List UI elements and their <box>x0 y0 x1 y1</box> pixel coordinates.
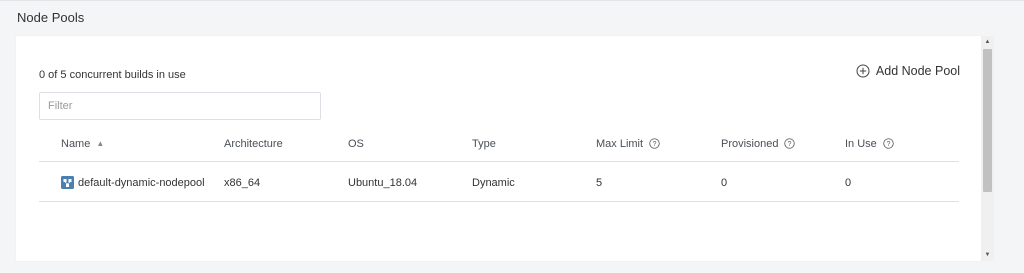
help-icon[interactable]: ? <box>883 138 894 149</box>
help-icon[interactable]: ? <box>784 138 796 149</box>
cell-provisioned: 0 <box>721 176 728 189</box>
top-divider <box>0 0 1024 1</box>
cell-max-limit: 5 <box>596 176 603 189</box>
cell-os: Ubuntu_18.04 <box>348 176 418 189</box>
help-icon[interactable]: ? <box>649 138 660 149</box>
cell-architecture: x86_64 <box>224 176 261 189</box>
column-header-max-limit: Max Limit ? <box>596 126 660 161</box>
column-header-os: OS <box>348 137 364 150</box>
node-pools-panel: 0 of 5 concurrent builds in use Add Node… <box>16 36 981 261</box>
cell-name: default-dynamic-nodepool <box>61 164 205 201</box>
column-header-provisioned: Provisioned ? <box>721 126 796 161</box>
scrollbar-thumb[interactable] <box>983 49 992 192</box>
column-header-in-use: In Use ? <box>845 126 894 161</box>
concurrent-builds-status: 0 of 5 concurrent builds in use <box>39 69 186 81</box>
cell-type: Dynamic <box>472 176 515 189</box>
add-node-pool-label: Add Node Pool <box>875 64 960 78</box>
node-pools-table: Name ▲ Architecture OS Type Max Limit ? … <box>39 126 959 202</box>
node-pool-icon <box>61 176 74 189</box>
cell-in-use: 0 <box>845 176 852 189</box>
scroll-down-arrow-icon[interactable]: ▼ <box>981 249 994 261</box>
add-node-pool-button[interactable]: Add Node Pool <box>856 64 960 78</box>
table-header-row: Name ▲ Architecture OS Type Max Limit ? … <box>39 126 959 162</box>
scroll-up-arrow-icon[interactable]: ▲ <box>981 36 994 48</box>
sort-ascending-icon: ▲ <box>96 139 105 148</box>
filter-input[interactable] <box>39 92 321 120</box>
column-header-architecture: Architecture <box>224 137 283 150</box>
column-header-type: Type <box>472 137 496 150</box>
table-row[interactable]: default-dynamic-nodepool x86_64 Ubuntu_1… <box>39 164 959 202</box>
node-pool-name-link[interactable]: default-dynamic-nodepool <box>78 177 205 189</box>
vertical-scrollbar[interactable]: ▲ ▼ <box>981 36 994 261</box>
column-header-name[interactable]: Name ▲ <box>61 126 104 161</box>
svg-text:?: ? <box>886 141 890 148</box>
svg-text:?: ? <box>653 141 657 148</box>
page-title: Node Pools <box>17 10 85 25</box>
svg-text:?: ? <box>788 141 792 148</box>
add-circle-icon <box>856 64 870 78</box>
